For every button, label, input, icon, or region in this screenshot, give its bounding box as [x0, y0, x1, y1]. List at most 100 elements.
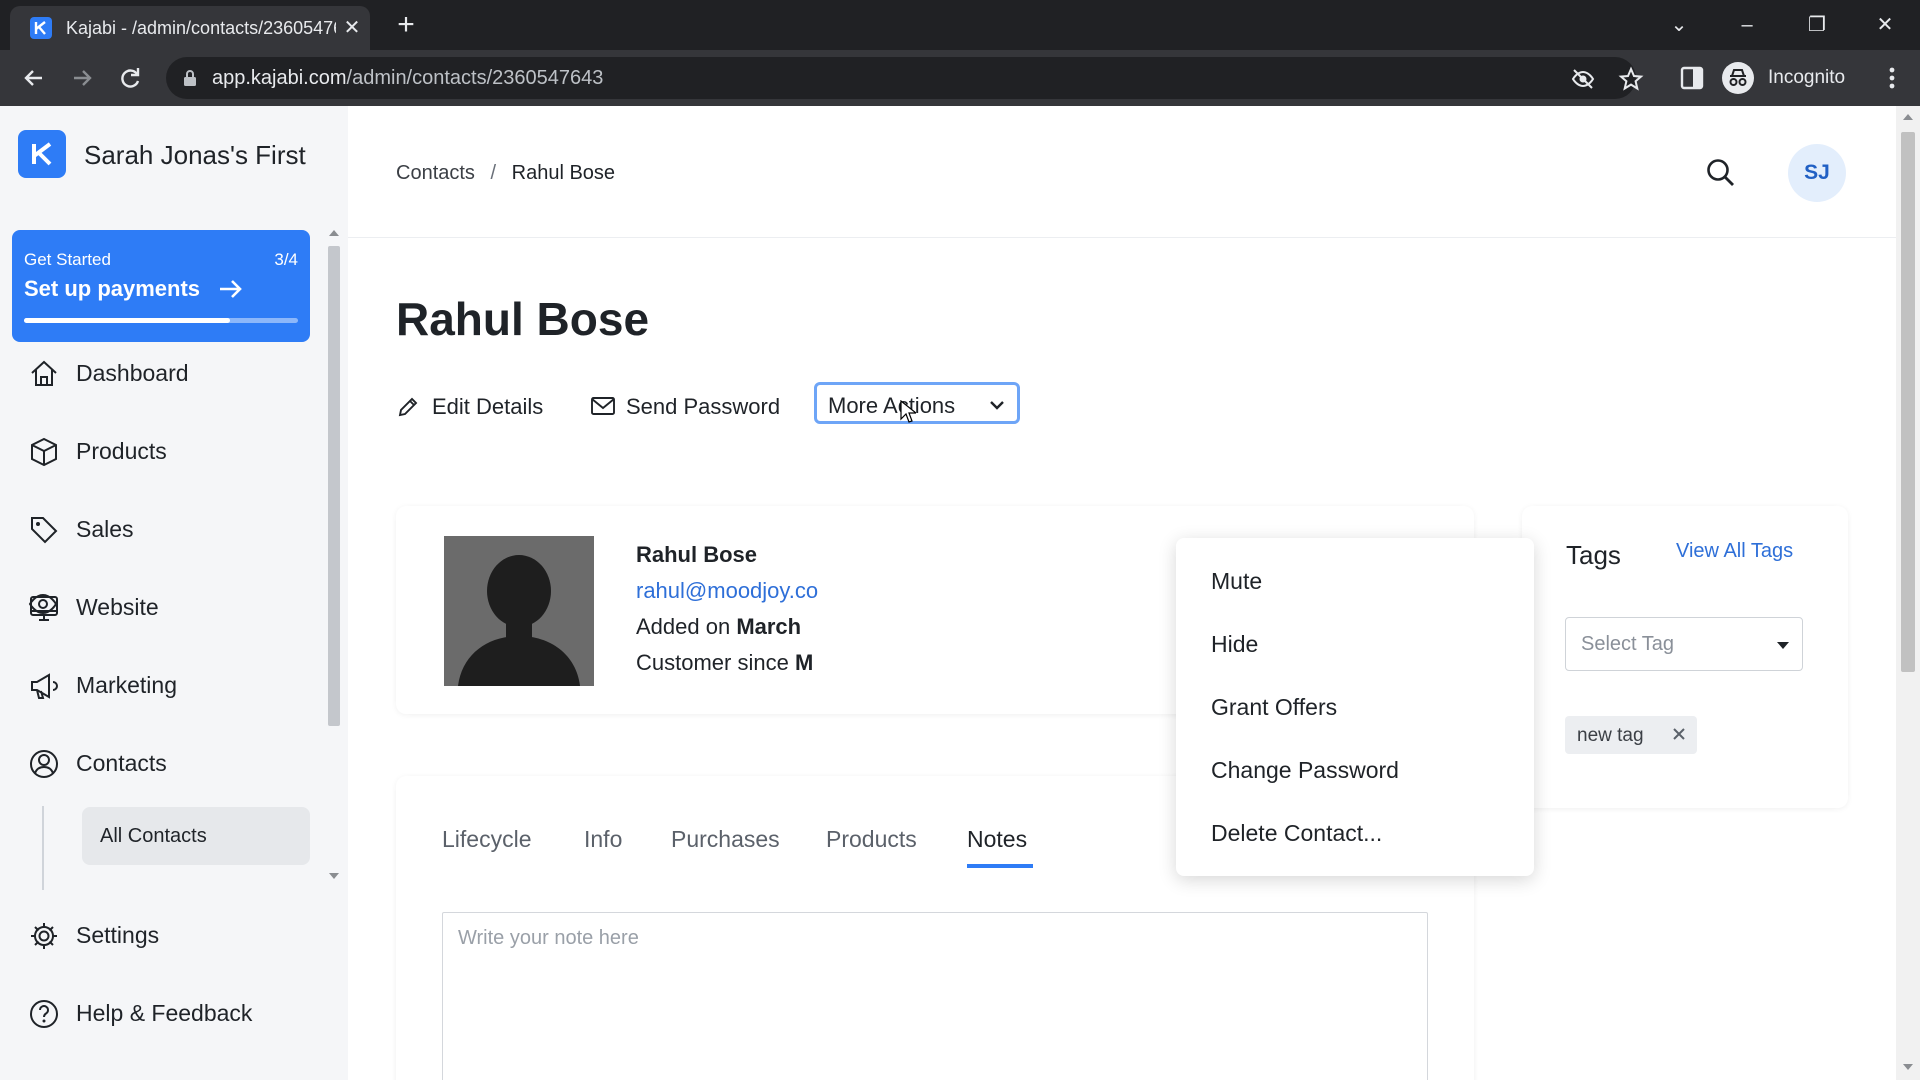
send-password-button[interactable]: Send Password — [590, 386, 800, 426]
home-icon — [31, 360, 57, 386]
page-scroll-down-icon[interactable] — [1902, 1062, 1914, 1072]
tab-lifecycle[interactable]: Lifecycle — [442, 826, 531, 853]
sidebar-item-settings[interactable]: Settings — [28, 916, 318, 956]
sidebar-item-contacts[interactable]: Contacts — [28, 744, 318, 784]
menu-item-delete-contact[interactable]: Delete Contact... — [1211, 820, 1382, 847]
breadcrumb-separator: / — [490, 162, 497, 184]
browser-menu-icon[interactable] — [1878, 64, 1906, 92]
address-bar[interactable]: app.kajabi.com/admin/contacts/2360547643 — [166, 57, 1644, 99]
main-content: Contacts / Rahul Bose SJ Rahul Bose Edit… — [348, 106, 1896, 1080]
tab-search-icon[interactable]: ⌄ — [1662, 8, 1696, 42]
tab-notes[interactable]: Notes — [967, 826, 1027, 853]
get-started-card[interactable]: Get Started 3/4 Set up payments — [12, 230, 310, 342]
breadcrumb: Contacts / Rahul Bose — [396, 162, 615, 185]
menu-item-hide[interactable]: Hide — [1211, 631, 1258, 658]
gear-icon — [31, 923, 57, 949]
sidebar-item-label: Products — [76, 438, 167, 464]
star-icon[interactable] — [1618, 66, 1644, 92]
scroll-up-icon[interactable] — [326, 227, 342, 239]
browser-toolbar: app.kajabi.com/admin/contacts/2360547643… — [0, 50, 1920, 106]
help-icon — [30, 1000, 58, 1028]
more-actions-button[interactable]: More Actions — [814, 382, 1020, 424]
site-name[interactable]: Sarah Jonas's First — [84, 140, 306, 171]
page-scrollbar[interactable] — [1896, 106, 1920, 1080]
window-close-icon[interactable]: ✕ — [1868, 8, 1902, 42]
eye-off-icon[interactable] — [1570, 66, 1596, 92]
caret-down-icon — [1777, 642, 1789, 649]
tag-chip: new tag — [1565, 716, 1697, 754]
tab-products[interactable]: Products — [826, 826, 917, 853]
view-all-tags-link[interactable]: View All Tags — [1676, 540, 1793, 563]
tab-purchases[interactable]: Purchases — [671, 826, 780, 853]
tags-title: Tags — [1566, 540, 1621, 570]
search-icon[interactable] — [1704, 156, 1738, 190]
get-started-count: 3/4 — [274, 250, 298, 269]
incognito-indicator[interactable]: Incognito — [1722, 58, 1845, 98]
remove-tag-icon[interactable] — [1669, 724, 1689, 744]
get-started-progress — [24, 318, 298, 323]
sidebar-item-label: Settings — [76, 922, 160, 948]
pencil-icon — [398, 397, 418, 417]
contact-customer-since: Customer since M — [636, 650, 814, 675]
url-text: app.kajabi.com/admin/contacts/2360547643 — [212, 67, 604, 89]
sidebar-item-marketing[interactable]: Marketing — [28, 666, 318, 706]
menu-item-change-password[interactable]: Change Password — [1211, 757, 1399, 784]
breadcrumb-contacts-link[interactable]: Contacts — [396, 162, 475, 184]
note-input[interactable] — [442, 912, 1428, 1080]
minimize-icon[interactable]: – — [1730, 8, 1764, 42]
scroll-down-icon[interactable] — [326, 870, 342, 882]
kajabi-favicon-icon — [30, 17, 52, 39]
sidebar-item-label: Website — [76, 594, 159, 620]
reload-icon[interactable] — [114, 62, 146, 94]
user-circle-icon — [30, 750, 58, 778]
menu-item-mute[interactable]: Mute — [1211, 568, 1262, 595]
sidebar-item-sales[interactable]: Sales — [28, 510, 318, 550]
lock-icon — [184, 70, 196, 86]
sidebar-item-help-feedback[interactable]: Help & Feedback — [28, 994, 318, 1034]
browser-tabstrip: Kajabi - /admin/contacts/2360547643 ✕ + … — [0, 0, 1920, 50]
edit-details-button[interactable]: Edit Details — [396, 386, 566, 426]
kajabi-logo-icon[interactable] — [18, 130, 66, 178]
sidebar-scroll-thumb[interactable] — [328, 246, 340, 726]
more-actions-menu: Mute Hide Grant Offers Change Password D… — [1176, 538, 1534, 876]
contact-name: Rahul Bose — [636, 542, 758, 567]
page-scroll-up-icon[interactable] — [1902, 112, 1914, 122]
sidebar-subitem-label: All Contacts — [100, 825, 207, 847]
page-scroll-thumb[interactable] — [1901, 132, 1915, 672]
mouse-cursor-icon — [900, 400, 916, 423]
contact-email-link[interactable]: rahul@moodjoy.co — [636, 578, 836, 604]
sidebar-scrollbar[interactable] — [326, 226, 342, 886]
menu-item-grant-offers[interactable]: Grant Offers — [1211, 694, 1337, 721]
sidebar-item-label: Help & Feedback — [76, 1000, 253, 1026]
contact-added-date: Added on March — [636, 614, 802, 639]
new-tab-icon[interactable]: + — [392, 10, 420, 40]
subnav-rail — [42, 806, 44, 890]
tag-icon — [31, 517, 58, 544]
sidebar-subitem-all-contacts[interactable]: All Contacts — [82, 807, 310, 865]
sidebar-item-label: Dashboard — [76, 360, 189, 386]
sidebar-item-label: Marketing — [76, 672, 177, 698]
arrow-right-icon — [220, 280, 242, 298]
get-started-label: Get Started — [24, 250, 111, 269]
user-avatar[interactable]: SJ — [1788, 144, 1846, 202]
tab-close-icon[interactable]: ✕ — [340, 16, 364, 40]
chevron-down-icon — [990, 401, 1004, 410]
back-icon[interactable] — [18, 62, 50, 94]
select-tag-dropdown[interactable]: Select Tag — [1565, 617, 1803, 671]
profile-photo — [444, 536, 594, 686]
sidebar: Sarah Jonas's First Get Started 3/4 Set … — [0, 106, 348, 1080]
mail-icon — [591, 397, 615, 415]
tag-chip-label: new tag — [1577, 725, 1644, 746]
side-panel-icon[interactable] — [1678, 64, 1706, 92]
top-bar: Contacts / Rahul Bose SJ — [348, 106, 1896, 238]
forward-icon[interactable] — [66, 62, 98, 94]
browser-tab[interactable]: Kajabi - /admin/contacts/2360547643 ✕ — [10, 6, 370, 50]
restore-icon[interactable]: ❐ — [1800, 8, 1834, 42]
sidebar-item-label: Contacts — [76, 750, 167, 776]
sidebar-item-website[interactable]: Website — [28, 588, 318, 628]
tab-info[interactable]: Info — [584, 826, 622, 853]
sidebar-item-dashboard[interactable]: Dashboard — [28, 354, 318, 394]
sidebar-item-products[interactable]: Products — [28, 432, 318, 472]
eye-icon[interactable] — [28, 592, 58, 616]
megaphone-icon — [31, 673, 58, 699]
